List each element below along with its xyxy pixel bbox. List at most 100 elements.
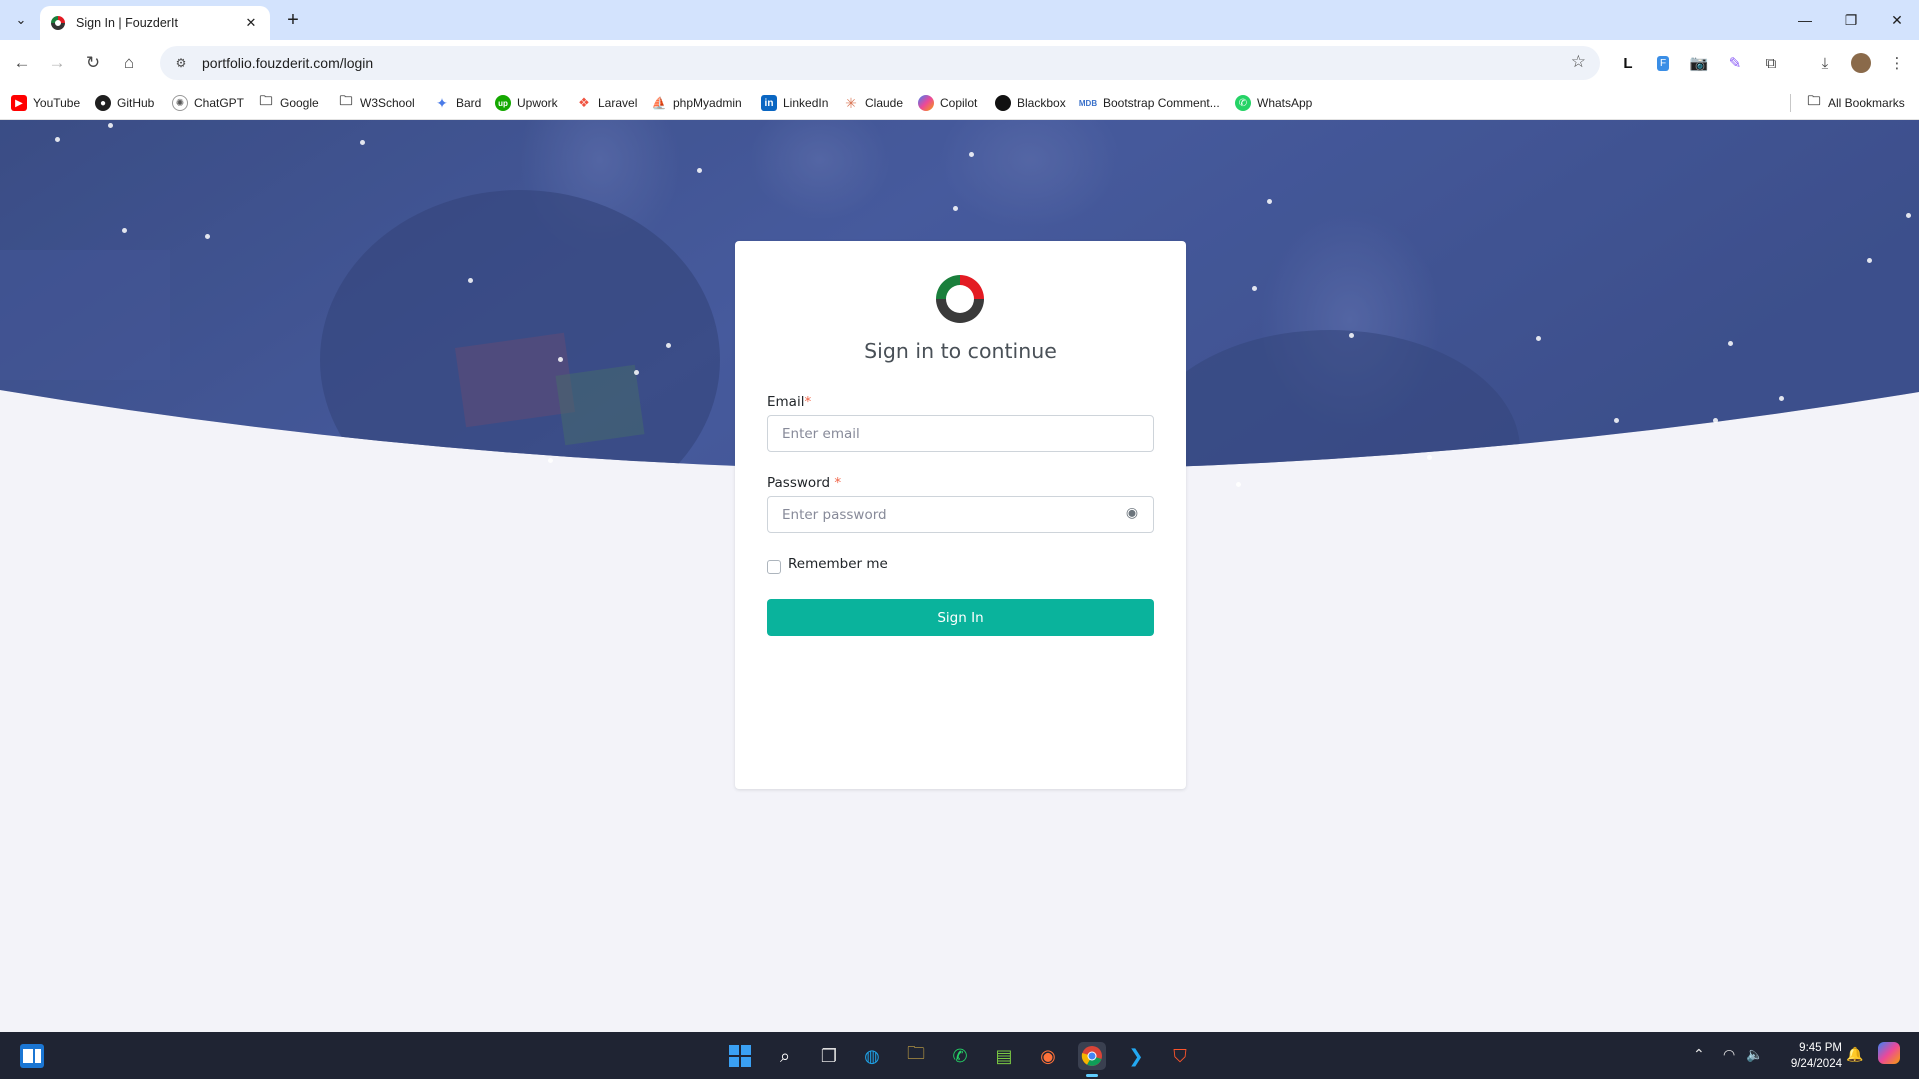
bookmark-whatsapp[interactable]: ✆ WhatsApp: [1235, 92, 1312, 114]
snow-dot: [1728, 341, 1733, 346]
bookmark-bootstrap-comment[interactable]: MDB Bootstrap Comment...: [1079, 92, 1220, 114]
tab-close-icon[interactable]: ✕: [242, 14, 260, 32]
bookmark-bard[interactable]: ✦ Bard: [434, 92, 481, 114]
claude-icon: ✳: [845, 94, 857, 111]
snow-dot: [1267, 199, 1272, 204]
menu-kebab-icon[interactable]: ⋮: [1885, 51, 1909, 75]
window-close-icon[interactable]: ✕: [1882, 8, 1912, 32]
bookmark-laravel[interactable]: ❖ Laravel: [576, 92, 637, 114]
show-password-eye-icon[interactable]: ◉: [1119, 499, 1145, 525]
snow-dot: [122, 228, 127, 233]
snow-dot: [1349, 333, 1354, 338]
clock-date: 9/24/2024: [1790, 1058, 1842, 1070]
site-info-icon[interactable]: ⚙: [170, 52, 192, 74]
copilot-tray-icon[interactable]: [1878, 1042, 1900, 1064]
profile-avatar[interactable]: [1849, 51, 1873, 75]
whatsapp-icon: ✆: [1235, 95, 1251, 111]
snow-dot: [1252, 286, 1257, 291]
bookmark-claude[interactable]: ✳ Claude: [843, 92, 903, 114]
email-label: Email*: [767, 394, 812, 410]
brave-icon[interactable]: ⛉: [1166, 1042, 1194, 1070]
bookmark-folder-google[interactable]: 🗀 Google: [258, 92, 318, 114]
fouzderit-logo-icon: [936, 275, 984, 323]
search-icon[interactable]: ⌕: [771, 1042, 799, 1070]
browser-tab-bar: ⌄ Sign In | FouzderIt ✕ + — ❐ ✕: [0, 0, 1919, 40]
tab-search-icon[interactable]: ⌄: [9, 8, 33, 32]
bookmark-youtube[interactable]: ▶ YouTube: [11, 92, 80, 114]
login-card: Sign in to continue Email* Password * ◉ …: [735, 241, 1186, 789]
snow-dot: [1536, 336, 1541, 341]
bookmark-folder-w3school[interactable]: 🗀 W3School: [338, 92, 414, 114]
new-tab-icon[interactable]: +: [282, 9, 304, 31]
tray-chevron-icon[interactable]: ⌃: [1693, 1046, 1705, 1063]
bookmark-chatgpt[interactable]: ✺ ChatGPT: [172, 92, 244, 114]
laravel-icon: ❖: [578, 95, 590, 110]
snow-dot: [666, 343, 671, 348]
back-icon[interactable]: ←: [8, 49, 36, 77]
snow-dot: [969, 152, 974, 157]
widgets-icon[interactable]: [20, 1044, 44, 1068]
snow-dot: [108, 123, 113, 128]
bookmark-blackbox[interactable]: Blackbox: [995, 92, 1066, 114]
remember-me-label[interactable]: Remember me: [788, 556, 888, 572]
required-mark: *: [804, 394, 812, 410]
snow-dot: [1427, 455, 1432, 460]
downloads-icon[interactable]: ⤓: [1813, 51, 1837, 75]
extensions-puzzle-icon[interactable]: ⧉: [1759, 51, 1783, 75]
minimize-icon[interactable]: —: [1790, 8, 1820, 32]
home-icon[interactable]: ⌂: [115, 49, 143, 77]
password-field[interactable]: [767, 496, 1154, 533]
address-bar[interactable]: ⚙ portfolio.fouzderit.com/login ☆: [160, 46, 1600, 80]
login-page: Sign in to continue Email* Password * ◉ …: [0, 120, 1919, 1032]
chatgpt-icon: ✺: [172, 95, 188, 111]
notification-bell-icon[interactable]: 🔔: [1846, 1046, 1863, 1063]
bookmark-github[interactable]: ● GitHub: [95, 92, 154, 114]
blackbox-icon: [995, 95, 1011, 111]
github-icon: ●: [95, 95, 111, 111]
bookmarks-bar: ▶ YouTube ● GitHub ✺ ChatGPT 🗀 Google 🗀 W3Sch…: [0, 86, 1919, 120]
extension-pen-icon[interactable]: ✎: [1723, 51, 1747, 75]
folder-icon: 🗀: [259, 93, 273, 108]
linkedin-icon: in: [761, 95, 777, 111]
bookmark-copilot[interactable]: Copilot: [918, 92, 977, 114]
snow-dot: [360, 140, 365, 145]
file-explorer-icon[interactable]: 🗀: [902, 1042, 930, 1070]
phpmyadmin-icon: ⛵: [651, 96, 667, 110]
bookmark-upwork[interactable]: up Upwork: [495, 92, 558, 114]
wifi-icon[interactable]: ◠: [1723, 1046, 1735, 1063]
sign-in-button[interactable]: Sign In: [767, 599, 1154, 636]
snow-dot: [1236, 482, 1241, 487]
bard-icon: ✦: [436, 94, 448, 111]
vscode-icon[interactable]: ❯: [1122, 1042, 1150, 1070]
url-text[interactable]: portfolio.fouzderit.com/login: [202, 55, 373, 71]
chrome-icon[interactable]: [1078, 1042, 1106, 1070]
reload-icon[interactable]: ↻: [79, 49, 107, 77]
volume-icon[interactable]: 🔈: [1746, 1046, 1763, 1063]
folder-icon: 🗀: [1807, 93, 1821, 108]
restore-icon[interactable]: ❐: [1836, 8, 1866, 32]
active-tab[interactable]: Sign In | FouzderIt ✕: [40, 6, 270, 40]
windows-start-icon[interactable]: [726, 1042, 754, 1070]
notepad-icon[interactable]: ▤: [990, 1042, 1018, 1070]
extension-l-icon[interactable]: L: [1616, 51, 1640, 75]
forward-icon[interactable]: →: [43, 49, 71, 77]
all-bookmarks[interactable]: 🗀 All Bookmarks: [1806, 92, 1904, 114]
bookmarks-divider: [1790, 94, 1791, 112]
snow-dot: [1713, 418, 1718, 423]
task-view-icon[interactable]: ❐: [815, 1042, 843, 1070]
system-clock[interactable]: 9:45 PM 9/24/2024: [1770, 1040, 1842, 1072]
edge-icon[interactable]: ◍: [858, 1042, 886, 1070]
extension-translate-icon[interactable]: F: [1651, 51, 1675, 75]
bookmark-star-icon[interactable]: ☆: [1571, 52, 1586, 72]
firefox-icon[interactable]: ◉: [1034, 1042, 1062, 1070]
bookmark-linkedin[interactable]: in LinkedIn: [761, 92, 828, 114]
whatsapp-app-icon[interactable]: ✆: [946, 1042, 974, 1070]
email-field[interactable]: [767, 415, 1154, 452]
remember-me-checkbox[interactable]: [767, 560, 781, 574]
snow-dot: [697, 168, 702, 173]
screenshot-icon[interactable]: 📷: [1687, 51, 1711, 75]
bookmark-phpmyadmin[interactable]: ⛵ phpMyadmin: [651, 92, 742, 114]
chrome-active-indicator: [1086, 1074, 1098, 1077]
snow-dot: [1906, 213, 1911, 218]
snow-dot: [468, 278, 473, 283]
